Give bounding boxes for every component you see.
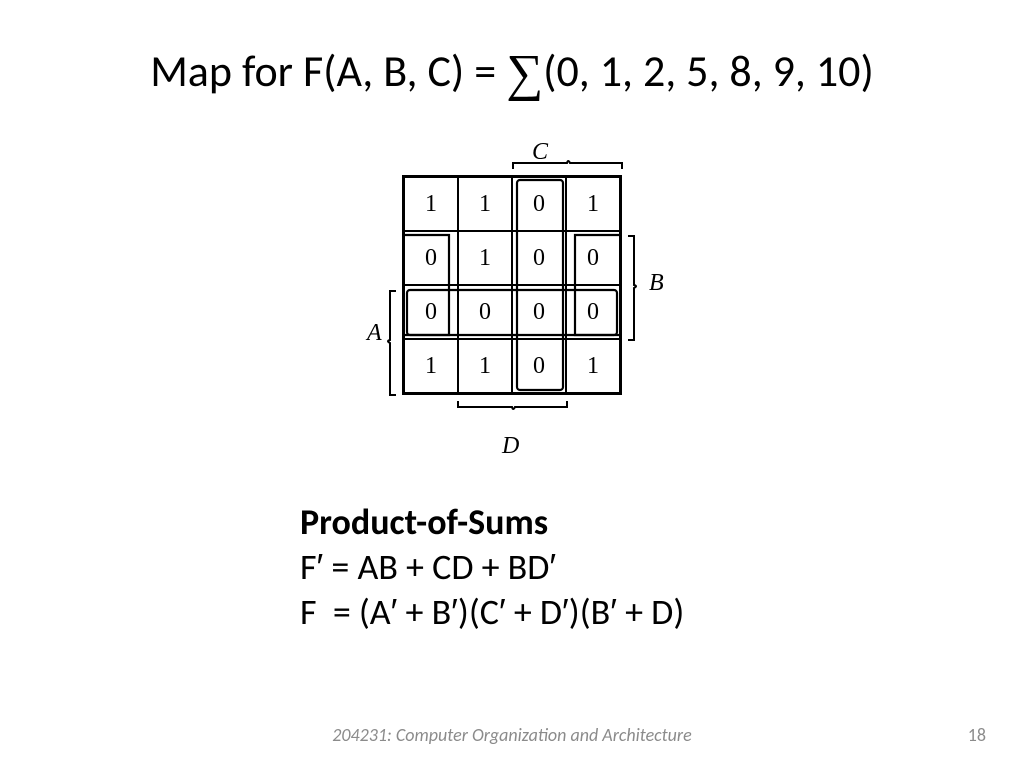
kmap-cell: 1 [404, 339, 458, 393]
kmap-figure: 1 1 0 1 0 1 0 0 0 0 0 0 1 1 0 1 C D A B [0, 135, 1024, 475]
page-number: 18 [968, 724, 986, 746]
sigma-symbol: ∑ [506, 45, 543, 102]
kmap-cell: 1 [566, 177, 620, 231]
kmap-cell: 0 [512, 339, 566, 393]
kmap-cell: 1 [458, 177, 512, 231]
kmap-grid: 1 1 0 1 0 1 0 0 0 0 0 0 1 1 0 1 [402, 175, 622, 395]
slide-title: Map for F(A, B, C) = ∑(0, 1, 2, 5, 8, 9,… [0, 40, 1024, 99]
kmap-cell: 1 [458, 231, 512, 285]
formulas-heading: Product-of-Sums [300, 500, 684, 545]
kmap-label-d: D [502, 433, 519, 460]
kmap-label-a: A [367, 320, 382, 347]
formulas-block: Product-of-Sums F′ = AB + CD + BD′ F = (… [300, 500, 684, 635]
formula-f: F = (A′ + B′)(C′ + D′)(B′ + D) [300, 590, 684, 635]
kmap-cell: 1 [458, 339, 512, 393]
kmap-cell: 0 [566, 231, 620, 285]
kmap-cell: 0 [458, 285, 512, 339]
kmap-label-b: B [649, 270, 664, 297]
kmap-cell: 0 [512, 231, 566, 285]
title-prefix: Map for F(A, B, C) = [150, 44, 506, 98]
title-suffix: (0, 1, 2, 5, 8, 9, 10) [543, 44, 874, 98]
kmap-cell: 0 [404, 285, 458, 339]
kmap-cell: 1 [566, 339, 620, 393]
kmap-cell: 0 [512, 285, 566, 339]
formula-fprime: F′ = AB + CD + BD′ [300, 545, 684, 590]
kmap-cell: 0 [512, 177, 566, 231]
kmap-cell: 1 [404, 177, 458, 231]
footer-course: 204231: Computer Organization and Archit… [0, 724, 1024, 746]
kmap-label-c: C [532, 139, 548, 166]
kmap-cell: 0 [404, 231, 458, 285]
kmap-cell: 0 [566, 285, 620, 339]
